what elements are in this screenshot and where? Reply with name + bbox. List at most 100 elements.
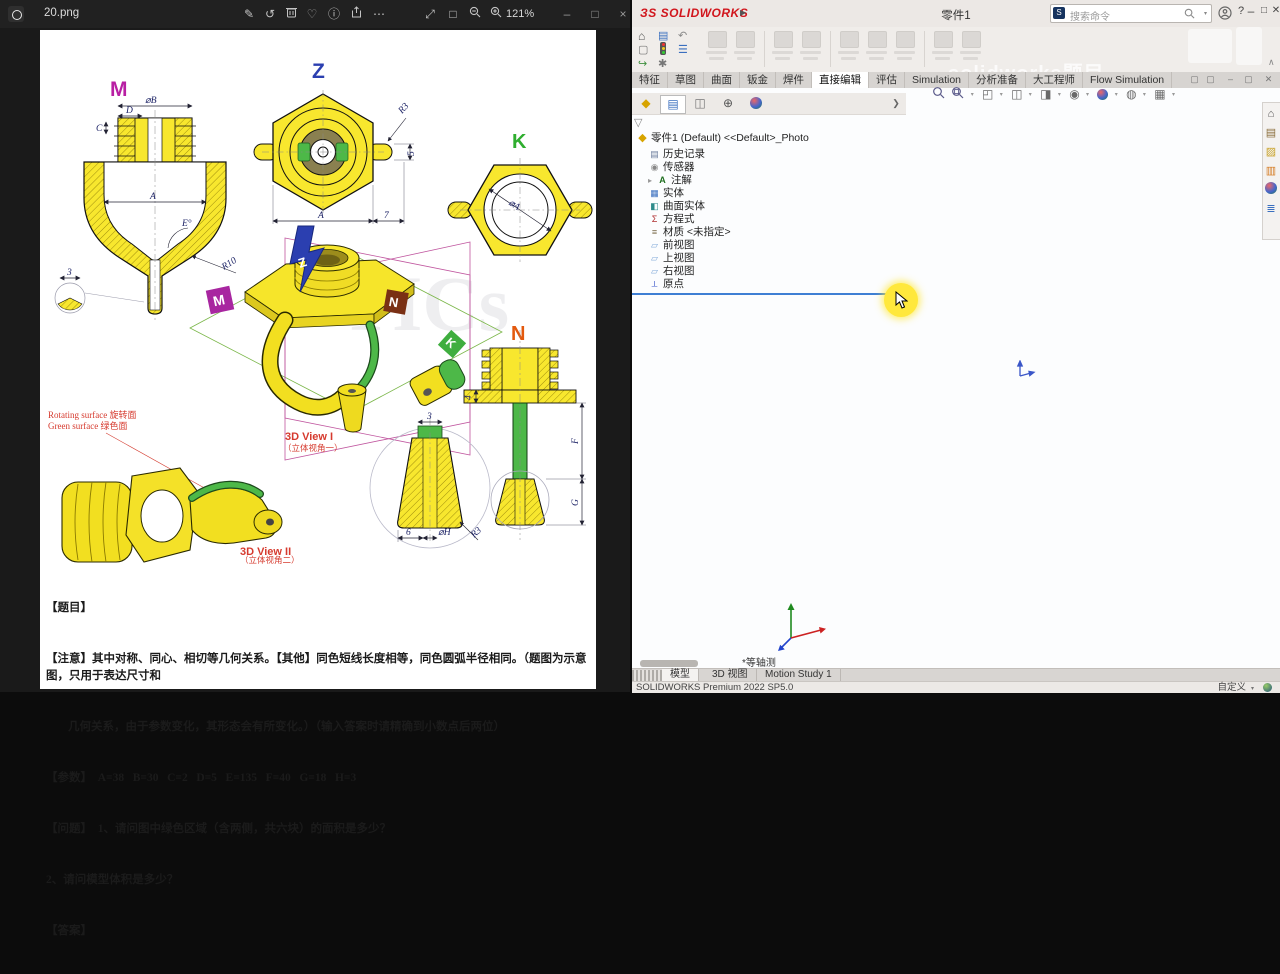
hide-show-items-icon[interactable]: ◉ [1069, 87, 1079, 101]
tab-evaluate[interactable]: 评估 [869, 72, 905, 88]
apply-scene-icon[interactable]: ◍ [1126, 87, 1136, 101]
propertymanager-tab-icon[interactable]: ▤ [660, 95, 686, 114]
tab-3d-views[interactable]: 3D 视图 [704, 669, 757, 681]
tree-item-history[interactable]: ▤ 历史记录 [648, 148, 705, 160]
expand-icon[interactable]: ▸ [648, 176, 652, 185]
tree-item-sensors[interactable]: ◉ 传感器 [648, 161, 695, 173]
tab-sheet-metal[interactable]: 钣金 [740, 72, 776, 88]
tab-weldments[interactable]: 焊件 [776, 72, 812, 88]
delete-icon[interactable] [282, 6, 300, 22]
detail-view: 3 6 ⌀H R3 [369, 412, 491, 549]
sw-statusbar: SOLIDWORKS Premium 2022 SP5.0 自定义 ▾ [632, 681, 1280, 693]
svg-text:5: 5 [407, 151, 417, 156]
ribbon-collapse-icon[interactable]: ∧ [1268, 57, 1275, 68]
edit-icon[interactable]: ✎ [240, 6, 258, 22]
tree-item-solid-bodies[interactable]: ▦ 实体 [648, 187, 684, 199]
appearances-icon[interactable] [1263, 182, 1279, 198]
tab-model[interactable]: 模型 [662, 669, 699, 681]
tab-surfaces[interactable]: 曲面 [704, 72, 740, 88]
file-explorer-icon[interactable]: ▨ [1263, 144, 1279, 160]
zoom-out-icon[interactable] [466, 6, 484, 22]
options-list-icon[interactable]: ☰ [678, 43, 688, 56]
tree-item-material[interactable]: ≡ 材质 <未指定> [648, 226, 731, 238]
sw-close-button[interactable]: ✕ [1268, 5, 1280, 16]
search-icon[interactable] [1184, 8, 1195, 19]
doc-restore-icon[interactable]: ▢ [1242, 74, 1255, 85]
doc-minimize-icon[interactable]: – [1224, 74, 1237, 84]
edit-appearance-icon[interactable] [1097, 88, 1109, 100]
home-icon[interactable]: ⌂ [1263, 106, 1279, 122]
featuremanager-tab-icon[interactable]: ◆ [634, 95, 658, 112]
open-icon[interactable]: ↪ [638, 57, 647, 70]
tree-item-annotations[interactable]: ▸ A 注解 [648, 174, 692, 186]
share-icon[interactable] [347, 6, 365, 22]
tab-scroll-stripes[interactable] [632, 670, 662, 681]
tree-item-surface-bodies[interactable]: ◧ 曲面实体 [648, 200, 705, 212]
toolbox-icon[interactable]: ▥ [1263, 163, 1279, 179]
rotate-icon[interactable]: ↺ [261, 6, 279, 22]
tab-sketch[interactable]: 草图 [668, 72, 704, 88]
configurationmanager-tab-icon[interactable]: ◫ [688, 95, 712, 112]
equations-icon: Σ [651, 214, 658, 224]
customize-caret-icon[interactable]: ▾ [1251, 684, 1254, 695]
info-icon[interactable]: ⓘ [325, 6, 343, 22]
restore-button[interactable]: □ [586, 6, 604, 22]
close-button[interactable]: × [614, 6, 632, 22]
user-account-icon[interactable] [1218, 6, 1232, 20]
doc-cascade-icon[interactable]: ▢ [1204, 74, 1217, 85]
manager-expand-icon[interactable]: ❯ [884, 95, 908, 112]
tree-filter-icon[interactable]: ▽ [634, 116, 642, 129]
horizontal-scrollbar-thumb[interactable] [640, 660, 698, 667]
fit-to-window-icon[interactable]: □ [444, 6, 462, 22]
rebuild-icon[interactable]: ↶ [678, 29, 687, 42]
tree-item-right-plane[interactable]: ▱ 右视图 [648, 265, 694, 277]
svg-text:4: 4 [464, 395, 474, 400]
tree-item-equations[interactable]: Σ 方程式 [648, 213, 695, 225]
view-orientation-icon[interactable]: ◰ [982, 87, 993, 101]
minimize-button[interactable]: – [558, 6, 576, 22]
more-icon[interactable]: ⋯ [370, 6, 388, 22]
tab-features[interactable]: 特征 [632, 72, 668, 88]
doc-close-icon[interactable]: ✕ [1262, 74, 1275, 85]
tree-item-front-plane[interactable]: ▱ 前视图 [648, 239, 694, 251]
tree-splitter[interactable] [632, 293, 906, 295]
traffic-light-icon[interactable] [660, 42, 666, 55]
fullscreen-icon[interactable]: ⤢ [421, 6, 439, 22]
view-orientation-label: *等轴测 [742, 658, 776, 669]
photo-canvas: TICs M ⌀B D C A E° R10 3 Z A 7 5 R3 K ⌀A… [40, 30, 596, 937]
doc-tile-icon[interactable]: ▢ [1188, 74, 1201, 85]
annotations-icon: A [659, 175, 666, 185]
svg-text:6: 6 [406, 528, 411, 538]
dimxpertmanager-tab-icon[interactable]: ⊕ [716, 95, 740, 112]
view-settings-icon[interactable]: ▦ [1154, 87, 1165, 101]
problem-line: 【问题】 1、请问图中绿色区域（含两侧，共六块）的面积是多少？ [46, 823, 391, 835]
settings-gear-icon[interactable]: ✱ [658, 57, 667, 70]
zoom-area-icon[interactable] [951, 87, 964, 102]
tab-motion-study[interactable]: Motion Study 1 [757, 669, 841, 681]
custom-properties-icon[interactable]: ≣ [1263, 201, 1279, 217]
search-caret-icon[interactable]: ▾ [1204, 10, 1207, 17]
customize-menu[interactable]: 自定义 [1217, 682, 1246, 693]
displaymanager-tab-icon[interactable] [744, 95, 768, 112]
tree-item-top-plane[interactable]: ▱ 上视图 [648, 252, 694, 264]
svg-text:D: D [125, 106, 133, 116]
section-view-icon[interactable]: ◫ [1011, 87, 1022, 101]
tree-item-origin[interactable]: ⟂ 原点 [648, 278, 684, 290]
photos-app-icon[interactable] [8, 6, 24, 22]
display-style-icon[interactable]: ◨ [1040, 87, 1051, 101]
favorite-icon[interactable]: ♡ [303, 6, 321, 22]
tab-direct-editing[interactable]: 直接编辑 [812, 72, 869, 88]
design-library-icon[interactable]: ▤ [1263, 125, 1279, 141]
drawing-20png: TICs M ⌀B D C A E° R10 3 Z A 7 5 R3 K ⌀A… [48, 60, 593, 565]
ribbon-command-disabled [798, 30, 824, 68]
graphics-viewport[interactable]: ▾ ◰ ▾ ◫ ▾ ◨ ▾ ◉ ▾ ▾ ◍ ▾ ▦ ▾ ◆ ▤ ◫ ⊕ ❯ ▽ … [632, 87, 1280, 669]
new-doc-icon[interactable]: ▢ [638, 43, 648, 56]
zoom-in-icon[interactable] [487, 6, 505, 22]
zoom-fit-icon[interactable] [932, 87, 945, 102]
status-globe-icon[interactable] [1263, 683, 1272, 692]
search-box[interactable]: S 搜索命令 ▾ [1050, 4, 1212, 23]
tree-root[interactable]: ◆ 零件1 (Default) <<Default>_Photo [636, 132, 809, 144]
material-icon: ≡ [651, 227, 658, 237]
save-icon[interactable]: ▤ [658, 29, 668, 42]
home-icon[interactable]: ⌂ [638, 29, 645, 43]
